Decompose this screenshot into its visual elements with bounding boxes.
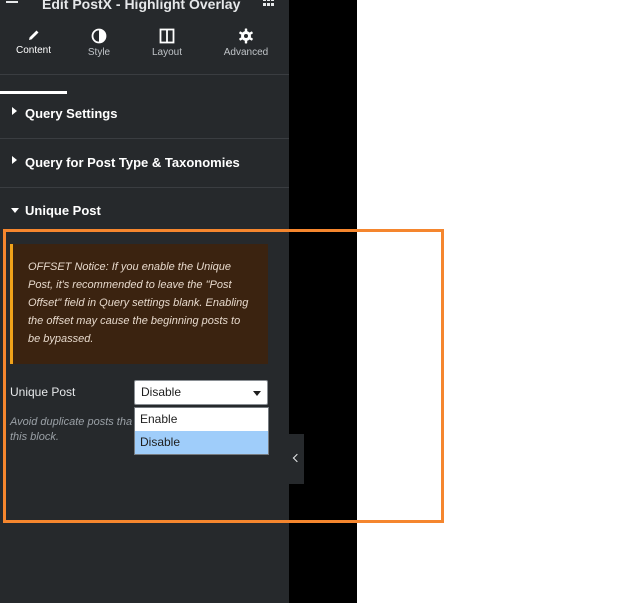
section-query-post-type[interactable]: Query for Post Type & Taxonomies: [0, 139, 289, 188]
tab-style[interactable]: Style: [67, 20, 131, 74]
tab-label: Layout: [151, 47, 183, 58]
collapse-panel-button[interactable]: [289, 434, 304, 484]
panel-tabs: Content Style Layout Advanced: [0, 20, 289, 94]
panel-title: Edit PostX - Highlight Overlay: [42, 0, 241, 12]
preview-area: [289, 0, 357, 603]
unique-post-label: Unique Post: [10, 385, 76, 399]
panel-header: Edit PostX - Highlight Overlay: [0, 0, 289, 12]
chevron-down-icon: [253, 391, 261, 396]
offset-notice: OFFSET Notice: If you enable the Unique …: [10, 244, 268, 364]
section-title: Unique Post: [25, 203, 101, 218]
section-query-settings[interactable]: Query Settings: [0, 90, 289, 139]
tab-label: Style: [87, 47, 111, 58]
half-circle-icon: [91, 28, 107, 44]
caret-right-icon: [12, 156, 17, 164]
widgets-grid-icon[interactable]: [263, 0, 275, 6]
section-title: Query Settings: [25, 106, 118, 121]
tab-content[interactable]: Content: [0, 20, 67, 74]
option-disable[interactable]: Disable: [135, 431, 268, 454]
select-value: Disable: [141, 385, 182, 399]
tab-label: Advanced: [223, 47, 269, 58]
tab-label: Content: [15, 45, 52, 56]
chevron-left-icon: [292, 453, 302, 463]
columns-icon: [159, 28, 175, 44]
unique-post-help: Avoid duplicate posts tha this block.: [10, 416, 133, 443]
editor-panel: Edit PostX - Highlight Overlay Content S…: [0, 0, 289, 603]
gear-icon: [239, 28, 253, 44]
unique-post-select[interactable]: Disable: [134, 380, 268, 405]
section-unique-post[interactable]: Unique Post: [0, 187, 289, 235]
option-enable[interactable]: Enable: [135, 408, 268, 431]
pencil-icon: [28, 30, 38, 40]
tab-advanced[interactable]: Advanced: [203, 20, 289, 74]
unique-post-options: Enable Disable: [134, 407, 269, 455]
caret-down-icon: [11, 208, 19, 213]
section-title: Query for Post Type & Taxonomies: [25, 155, 240, 170]
caret-right-icon: [12, 107, 17, 115]
tab-layout[interactable]: Layout: [131, 20, 203, 74]
